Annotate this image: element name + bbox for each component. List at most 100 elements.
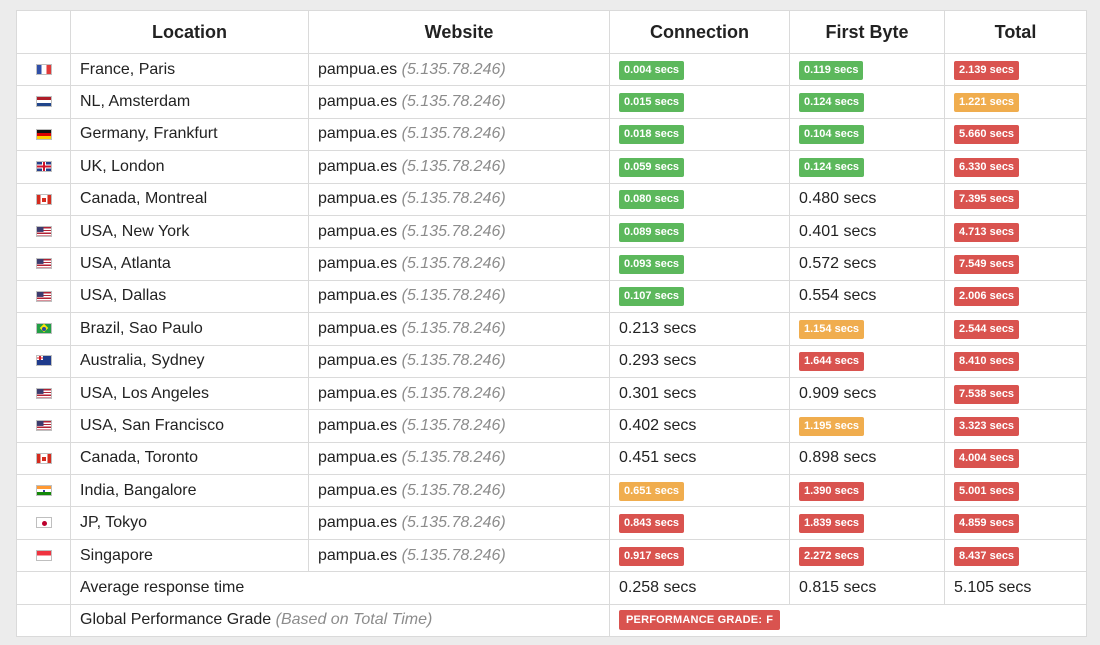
website-cell: pampua.es (5.135.78.246)	[308, 214, 610, 249]
connection-badge: 0.004 secs	[619, 60, 685, 80]
website-ip: (5.135.78.246)	[401, 514, 506, 532]
website-ip: (5.135.78.246)	[401, 190, 506, 208]
website-domain: pampua.es	[318, 60, 398, 78]
table-row: Australia, Sydney pampua.es (5.135.78.246…	[16, 344, 1087, 378]
location-cell: USA, Dallas	[70, 279, 309, 314]
connection-cell: 0.089 secs	[609, 214, 790, 249]
first-byte-cell: 0.898 secs	[789, 441, 945, 476]
connection-badge: 0.015 secs	[619, 93, 685, 113]
website-cell: pampua.es (5.135.78.246)	[308, 150, 610, 184]
location-cell: Singapore	[70, 538, 309, 573]
total-cell: 2.006 secs	[944, 279, 1087, 314]
total-badge: 2.139 secs	[954, 60, 1020, 80]
flag-cell	[16, 409, 71, 443]
average-row: Average response time 0.258 secs 0.815 s…	[16, 571, 1087, 605]
connection-badge: 0.080 secs	[619, 190, 685, 210]
website-domain: pampua.es	[318, 546, 398, 564]
header-connection: Connection	[609, 10, 790, 54]
flag-cell	[16, 376, 71, 411]
connection-cell: 0.015 secs	[609, 85, 790, 119]
flag-nl-icon	[35, 96, 52, 108]
first-byte-cell: 0.572 secs	[789, 247, 945, 281]
grade-badge-label: PERFORMANCE GRADE:	[626, 614, 763, 627]
connection-cell: 0.018 secs	[609, 117, 790, 152]
connection-cell: 0.402 secs	[609, 409, 790, 443]
first-byte-cell: 0.124 secs	[789, 150, 945, 184]
table-row: UK, London pampua.es (5.135.78.246) 0.059 …	[16, 150, 1087, 184]
website-ip: (5.135.78.246)	[401, 222, 506, 240]
total-badge: 1.221 secs	[954, 93, 1020, 113]
location-cell: France, Paris	[70, 52, 309, 87]
website-ip: (5.135.78.246)	[401, 93, 506, 111]
average-total: 5.105 secs	[944, 571, 1087, 605]
table-row: JP, Tokyo pampua.es (5.135.78.246) 0.843 s…	[16, 506, 1087, 540]
flag-sg-icon	[35, 549, 52, 561]
first-byte-badge: 1.390 secs	[799, 481, 865, 501]
table-row: India, Bangalore pampua.es (5.135.78.246)…	[16, 474, 1087, 508]
website-domain: pampua.es	[318, 352, 398, 370]
header-flag	[16, 10, 71, 54]
flag-fr-icon	[35, 63, 52, 75]
total-cell: 5.660 secs	[944, 117, 1087, 152]
total-badge: 5.001 secs	[954, 481, 1020, 501]
results-panel: Location Website Connection First Byte T…	[16, 10, 1087, 638]
first-byte-badge: 0.104 secs	[799, 125, 865, 145]
first-byte-cell: 1.195 secs	[789, 409, 945, 443]
total-badge: 2.544 secs	[954, 319, 1020, 339]
website-cell: pampua.es (5.135.78.246)	[308, 474, 610, 508]
average-flag-cell	[16, 571, 71, 605]
flag-cell	[16, 312, 71, 346]
website-cell: pampua.es (5.135.78.246)	[308, 85, 610, 119]
total-cell: 2.544 secs	[944, 312, 1087, 346]
flag-cell	[16, 85, 71, 119]
first-byte-cell: 0.480 secs	[789, 182, 945, 216]
location-cell: UK, London	[70, 150, 309, 184]
table-row: USA, New York pampua.es (5.135.78.246) 0.0…	[16, 214, 1087, 249]
total-badge: 4.713 secs	[954, 222, 1020, 242]
first-byte-cell: 1.390 secs	[789, 474, 945, 508]
connection-badge: 0.843 secs	[619, 514, 685, 534]
results-body: France, Paris pampua.es (5.135.78.246) 0.0…	[16, 52, 1087, 573]
total-badge: 8.437 secs	[954, 546, 1020, 566]
connection-cell: 0.004 secs	[609, 52, 790, 87]
location-cell: Australia, Sydney	[70, 344, 309, 378]
first-byte-badge: 0.124 secs	[799, 157, 865, 177]
website-domain: pampua.es	[318, 449, 398, 467]
website-ip: (5.135.78.246)	[401, 125, 506, 143]
website-cell: pampua.es (5.135.78.246)	[308, 312, 610, 346]
total-badge: 7.549 secs	[954, 255, 1020, 275]
flag-cell	[16, 150, 71, 184]
grade-badge-cell: PERFORMANCE GRADE: F	[609, 603, 1087, 638]
website-domain: pampua.es	[318, 481, 398, 499]
connection-cell: 0.059 secs	[609, 150, 790, 184]
grade-row: Global Performance Grade (Based on Total…	[16, 603, 1087, 638]
grade-label: Global Performance Grade	[80, 611, 272, 629]
connection-cell: 0.451 secs	[609, 441, 790, 476]
website-ip: (5.135.78.246)	[401, 60, 506, 78]
connection-badge: 0.651 secs	[619, 481, 685, 501]
website-ip: (5.135.78.246)	[401, 157, 506, 175]
total-cell: 4.859 secs	[944, 506, 1087, 540]
table-header-row: Location Website Connection First Byte T…	[16, 10, 1087, 54]
first-byte-cell: 1.154 secs	[789, 312, 945, 346]
flag-cell	[16, 247, 71, 281]
flag-us-icon	[35, 258, 52, 270]
table-row: USA, San Francisco pampua.es (5.135.78.24…	[16, 409, 1087, 443]
first-byte-cell: 0.554 secs	[789, 279, 945, 314]
website-ip: (5.135.78.246)	[401, 319, 506, 337]
total-cell: 8.437 secs	[944, 538, 1087, 573]
website-ip: (5.135.78.246)	[401, 352, 506, 370]
flag-us-icon	[35, 290, 52, 302]
connection-cell: 0.293 secs	[609, 344, 790, 378]
grade-badge-value: F	[766, 614, 774, 627]
website-ip: (5.135.78.246)	[401, 546, 506, 564]
total-badge: 3.323 secs	[954, 416, 1020, 436]
total-cell: 7.395 secs	[944, 182, 1087, 216]
total-cell: 4.004 secs	[944, 441, 1087, 476]
results-table: Location Website Connection First Byte T…	[16, 10, 1087, 638]
grade-note: (Based on Total Time)	[275, 611, 433, 629]
total-cell: 4.713 secs	[944, 214, 1087, 249]
table-row: Brazil, Sao Paulo pampua.es (5.135.78.246…	[16, 312, 1087, 346]
average-connection: 0.258 secs	[609, 571, 790, 605]
website-domain: pampua.es	[318, 190, 398, 208]
